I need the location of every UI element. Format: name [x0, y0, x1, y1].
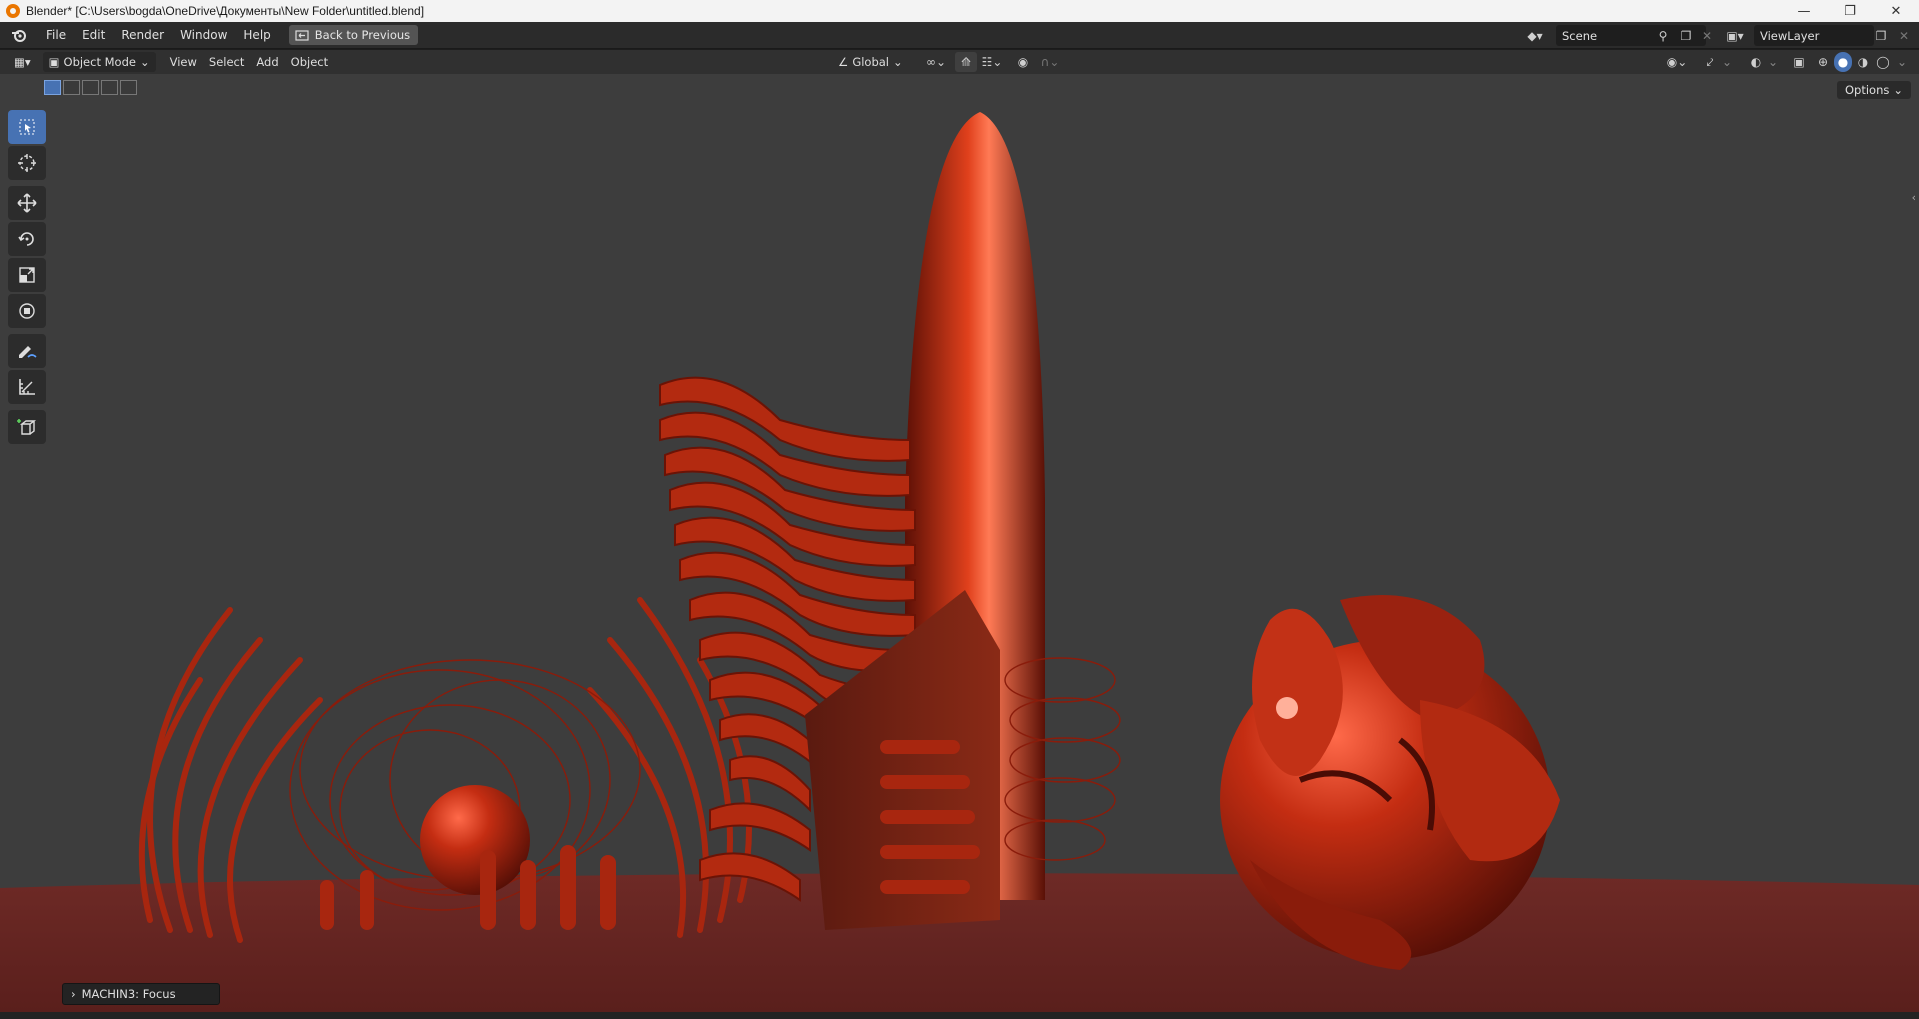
orientation-axes-icon: ∠	[838, 55, 849, 69]
pivot-point-icon[interactable]: ∞⌄	[922, 52, 950, 72]
menu-edit[interactable]: Edit	[74, 25, 113, 45]
transform-icon[interactable]	[8, 294, 46, 328]
select-intersect-icon[interactable]	[120, 80, 137, 95]
menu-object[interactable]: Object	[285, 52, 334, 72]
maximize-icon[interactable]: ❐	[1827, 0, 1873, 22]
pin-icon[interactable]: ⚲	[1652, 26, 1674, 45]
snap-target-icon[interactable]: ☷⌄	[977, 52, 1007, 72]
mode-dropdown[interactable]: ▣ Object Mode ⌄	[42, 52, 156, 72]
transform-orientation-dropdown[interactable]: ∠ Global ⌄	[832, 52, 909, 72]
menu-render[interactable]: Render	[113, 25, 172, 45]
scene-render	[0, 112, 1919, 1012]
visibility-eye-icon[interactable]: ◉⌄	[1662, 52, 1692, 72]
selection-mode-buttons	[44, 80, 137, 95]
delete-viewlayer-icon[interactable]: ✕	[1893, 26, 1915, 45]
add-cube-icon[interactable]	[8, 410, 46, 444]
window-title: Blender* [C:\Users\bogda\OneDrive\Докуме…	[26, 4, 425, 18]
tool-shelf	[8, 110, 46, 446]
cursor-icon[interactable]	[8, 146, 46, 180]
mode-label: Object Mode	[63, 55, 136, 69]
select-new-icon[interactable]	[44, 80, 61, 95]
wireframe-shading-icon[interactable]: ⊕	[1814, 52, 1832, 72]
back-to-previous-label: Back to Previous	[314, 28, 411, 42]
new-viewlayer-icon[interactable]: ❐	[1870, 26, 1892, 45]
viewlayer-name: ViewLayer	[1760, 28, 1820, 43]
solid-shading-icon[interactable]: ●	[1834, 52, 1852, 72]
scene-name: Scene	[1562, 28, 1598, 43]
annotate-icon[interactable]	[8, 334, 46, 368]
blender-topbar: File Edit Render Window Help Back to Pre…	[0, 22, 1919, 49]
options-dropdown[interactable]: Options ⌄	[1836, 81, 1911, 99]
object-mode-icon: ▣	[48, 55, 60, 69]
gizmo-icon[interactable]: ⤦	[1699, 52, 1721, 72]
menu-window[interactable]: Window	[172, 25, 235, 45]
select-subtract-icon[interactable]	[82, 80, 99, 95]
back-screen-icon	[295, 29, 309, 41]
new-scene-icon[interactable]: ❐	[1675, 26, 1697, 45]
gizmo-dropdown-icon[interactable]: ⌄	[1720, 52, 1734, 72]
snap-toggle-icon[interactable]: ⟰	[955, 52, 977, 72]
menu-view[interactable]: View	[164, 52, 203, 72]
chevron-down-icon: ⌄	[893, 55, 903, 69]
window-titlebar: Blender* [C:\Users\bogda\OneDrive\Докуме…	[0, 0, 1919, 22]
options-label: Options	[1844, 83, 1890, 97]
chevron-down-icon: ⌄	[139, 55, 150, 69]
menu-add[interactable]: Add	[250, 52, 284, 72]
shading-dropdown-icon[interactable]: ⌄	[1894, 52, 1910, 72]
select-extend-icon[interactable]	[63, 80, 80, 95]
operator-label: MACHIN3: Focus	[81, 987, 176, 1001]
rotate-icon[interactable]	[8, 222, 46, 256]
chevron-down-icon: ⌄	[1893, 83, 1903, 97]
blender-logo-icon	[6, 4, 20, 18]
status-bar	[0, 1012, 1919, 1019]
3d-viewport[interactable]: ‹	[0, 74, 1919, 1012]
scene-browse-icon[interactable]: ◆▾	[1524, 26, 1546, 45]
sidebar-collapse-icon[interactable]: ‹	[1912, 191, 1916, 204]
editor-type-icon[interactable]: ▦▾	[8, 52, 37, 72]
last-operator-panel[interactable]: › MACHIN3: Focus	[62, 983, 220, 1005]
minimize-icon[interactable]: —	[1781, 0, 1827, 22]
scale-icon[interactable]	[8, 258, 46, 292]
overlays-icon[interactable]: ◐	[1745, 52, 1767, 72]
back-to-previous-button[interactable]: Back to Previous	[288, 25, 419, 45]
chevron-right-icon: ›	[71, 987, 76, 1001]
rendered-shading-icon[interactable]: ◯	[1874, 52, 1892, 72]
delete-scene-icon[interactable]: ✕	[1696, 26, 1718, 45]
menu-select[interactable]: Select	[203, 52, 250, 72]
close-icon[interactable]: ✕	[1873, 0, 1919, 22]
material-shading-icon[interactable]: ◑	[1854, 52, 1872, 72]
select-box-icon[interactable]	[8, 110, 46, 144]
menu-file[interactable]: File	[38, 25, 74, 45]
xray-icon[interactable]: ▣	[1788, 52, 1810, 72]
select-invert-icon[interactable]	[101, 80, 118, 95]
proportional-edit-icon[interactable]: ◉	[1012, 52, 1034, 72]
menu-help[interactable]: Help	[235, 25, 278, 45]
viewlayer-selector[interactable]: ViewLayer	[1754, 25, 1874, 46]
orientation-label: Global	[852, 55, 889, 69]
move-icon[interactable]	[8, 186, 46, 220]
overlays-dropdown-icon[interactable]: ⌄	[1766, 52, 1780, 72]
blender-menu-icon[interactable]	[8, 24, 30, 46]
measure-icon[interactable]	[8, 370, 46, 404]
proportional-falloff-icon[interactable]: ∩⌄	[1035, 52, 1065, 72]
viewlayer-browse-icon[interactable]: ▣▾	[1724, 26, 1746, 45]
